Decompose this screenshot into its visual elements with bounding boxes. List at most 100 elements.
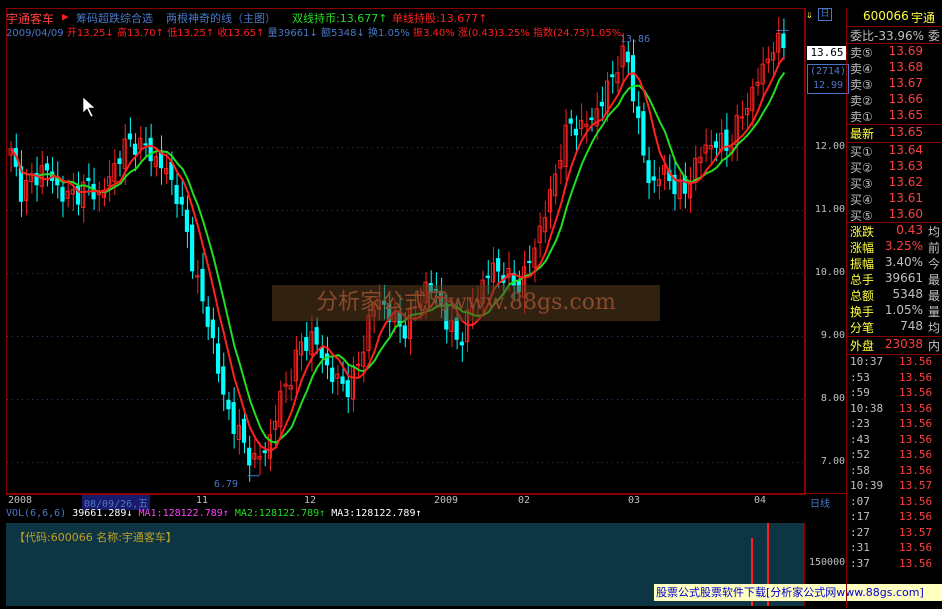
x-label-12: 12 — [304, 495, 317, 506]
candle-body — [319, 347, 324, 359]
latest-label: 最新 — [850, 127, 875, 141]
buy-order-row: 买⑤ 13.60 — [847, 207, 941, 223]
stat-row: 总额 5348 最 — [847, 287, 941, 303]
stat-value: 748 — [900, 319, 923, 333]
panel-stock-header: 600066 宇通 — [847, 9, 941, 25]
candle-body — [330, 367, 335, 383]
latest-price: 13.65 — [888, 125, 923, 139]
stat-row: 分笔 748 均 — [847, 319, 941, 335]
weibi-suffix: 委 — [927, 29, 940, 43]
buy-order-row: 买④ 13.61 — [847, 191, 941, 207]
stat-label: 涨跌 — [850, 225, 875, 239]
stat-label: 振幅 — [850, 257, 875, 271]
candle-body — [584, 123, 589, 128]
kline-chart-area[interactable] — [6, 8, 806, 495]
tick-row[interactable]: :53 13.56 — [847, 371, 941, 386]
tick-price: 13.56 — [899, 401, 933, 415]
tick-price: 13.56 — [899, 386, 933, 399]
red-line — [10, 55, 786, 452]
tick-row[interactable]: 10:37 13.56 — [847, 355, 941, 370]
outer-value: 23038 — [884, 337, 923, 351]
stat-suffix: 最 — [927, 273, 940, 287]
tick-row[interactable]: :31 13.56 — [847, 541, 941, 556]
stat-suffix: 均 — [927, 321, 940, 335]
candle-body — [174, 185, 179, 205]
buy-level-price: 13.63 — [888, 159, 923, 173]
tick-row[interactable]: 10:38 13.56 — [847, 402, 941, 417]
candle-body — [573, 128, 579, 136]
tick-row[interactable]: :17 13.56 — [847, 510, 941, 525]
candle-body — [646, 160, 651, 184]
vol-ma3: MA3:128122.789↑ — [331, 508, 422, 519]
tick-row[interactable]: :43 13.56 — [847, 433, 941, 448]
mouse-cursor-icon — [82, 96, 96, 118]
panel-name: 宇通 — [911, 11, 936, 25]
x-label-03: 03 — [628, 495, 641, 506]
candle-body — [86, 177, 91, 182]
tick-price: 13.56 — [899, 355, 933, 368]
tick-time: :17 — [850, 510, 870, 523]
tick-price: 13.56 — [899, 541, 933, 554]
candle-body — [687, 183, 693, 199]
sell-level-price: 13.65 — [888, 108, 923, 122]
x-label-02: 02 — [518, 495, 531, 506]
date-axis: 2008 08/09/26,五 11 12 2009 02 03 04 日线 — [6, 493, 846, 510]
tick-price: 13.56 — [899, 494, 933, 508]
x-label-2008: 2008 — [8, 495, 33, 506]
count-tag-value: (2714) — [809, 66, 847, 77]
stat-label: 换手 — [850, 305, 875, 319]
tick-row[interactable]: :59 13.56 — [847, 386, 941, 401]
tick-price: 13.57 — [899, 525, 933, 539]
buy-level-price: 13.61 — [888, 191, 923, 205]
volume-header: VOL(6,6,6) 39661.289↓ MA1:128122.789↑ MA… — [6, 508, 804, 522]
price-axis-tick: 11.00 — [814, 203, 845, 215]
sell-level-label: 卖② — [850, 94, 873, 108]
candle-body — [215, 343, 221, 374]
candle-body — [24, 179, 29, 201]
candle-body — [179, 196, 184, 205]
candle-body — [340, 376, 345, 384]
candle-body — [651, 176, 656, 181]
count-tag: (2714) 12.99 — [807, 64, 849, 94]
panel-code: 600066 — [863, 9, 909, 23]
sell-order-row: 卖③ 13.67 — [847, 76, 941, 92]
candle-body — [309, 331, 314, 356]
vol-ma2: MA2:128122.789↑ — [234, 508, 326, 519]
stat-suffix: 最 — [927, 289, 940, 303]
green-line — [10, 71, 786, 444]
high-price-marker: 13.86 — [620, 34, 651, 45]
candle-body — [190, 224, 195, 272]
buy-level-price: 13.62 — [888, 175, 923, 189]
volume-axis-tick: 150000 — [809, 557, 846, 568]
candle-body — [496, 258, 501, 272]
vol-label: VOL(6,6,6) — [6, 508, 67, 519]
kline-chart[interactable] — [7, 9, 805, 494]
tick-row[interactable]: :58 13.56 — [847, 464, 941, 479]
tick-row[interactable]: :27 13.57 — [847, 526, 941, 541]
candle-body — [485, 275, 490, 279]
period-label[interactable]: 日线 — [810, 495, 830, 510]
stat-value: 0.43 — [896, 223, 923, 237]
tick-time: :07 — [850, 494, 870, 508]
candle-body — [610, 74, 615, 78]
candle-body — [127, 133, 132, 140]
buy-level-price: 13.64 — [888, 143, 923, 157]
stat-label: 总额 — [850, 289, 875, 303]
tick-time: :59 — [850, 386, 870, 399]
buy-order-row: 买② 13.63 — [847, 159, 941, 175]
candle-body — [60, 186, 65, 202]
x-label-04: 04 — [754, 495, 767, 506]
tick-row[interactable]: 10:39 13.57 — [847, 479, 941, 494]
stat-value: 5348 — [892, 287, 923, 301]
candle-body — [200, 268, 205, 302]
stat-row: 涨跌 0.43 均 — [847, 223, 941, 239]
tick-row[interactable]: :52 13.56 — [847, 448, 941, 463]
tick-row[interactable]: :23 13.56 — [847, 417, 941, 432]
candle-body — [703, 144, 708, 154]
tick-time: 10:37 — [850, 355, 884, 368]
tick-time: :58 — [850, 463, 870, 477]
tick-row[interactable]: :37 13.56 — [847, 557, 941, 572]
tick-row[interactable]: :07 13.56 — [847, 495, 941, 510]
candle-body — [599, 101, 604, 107]
price-axis-tick: 8.00 — [820, 392, 845, 404]
